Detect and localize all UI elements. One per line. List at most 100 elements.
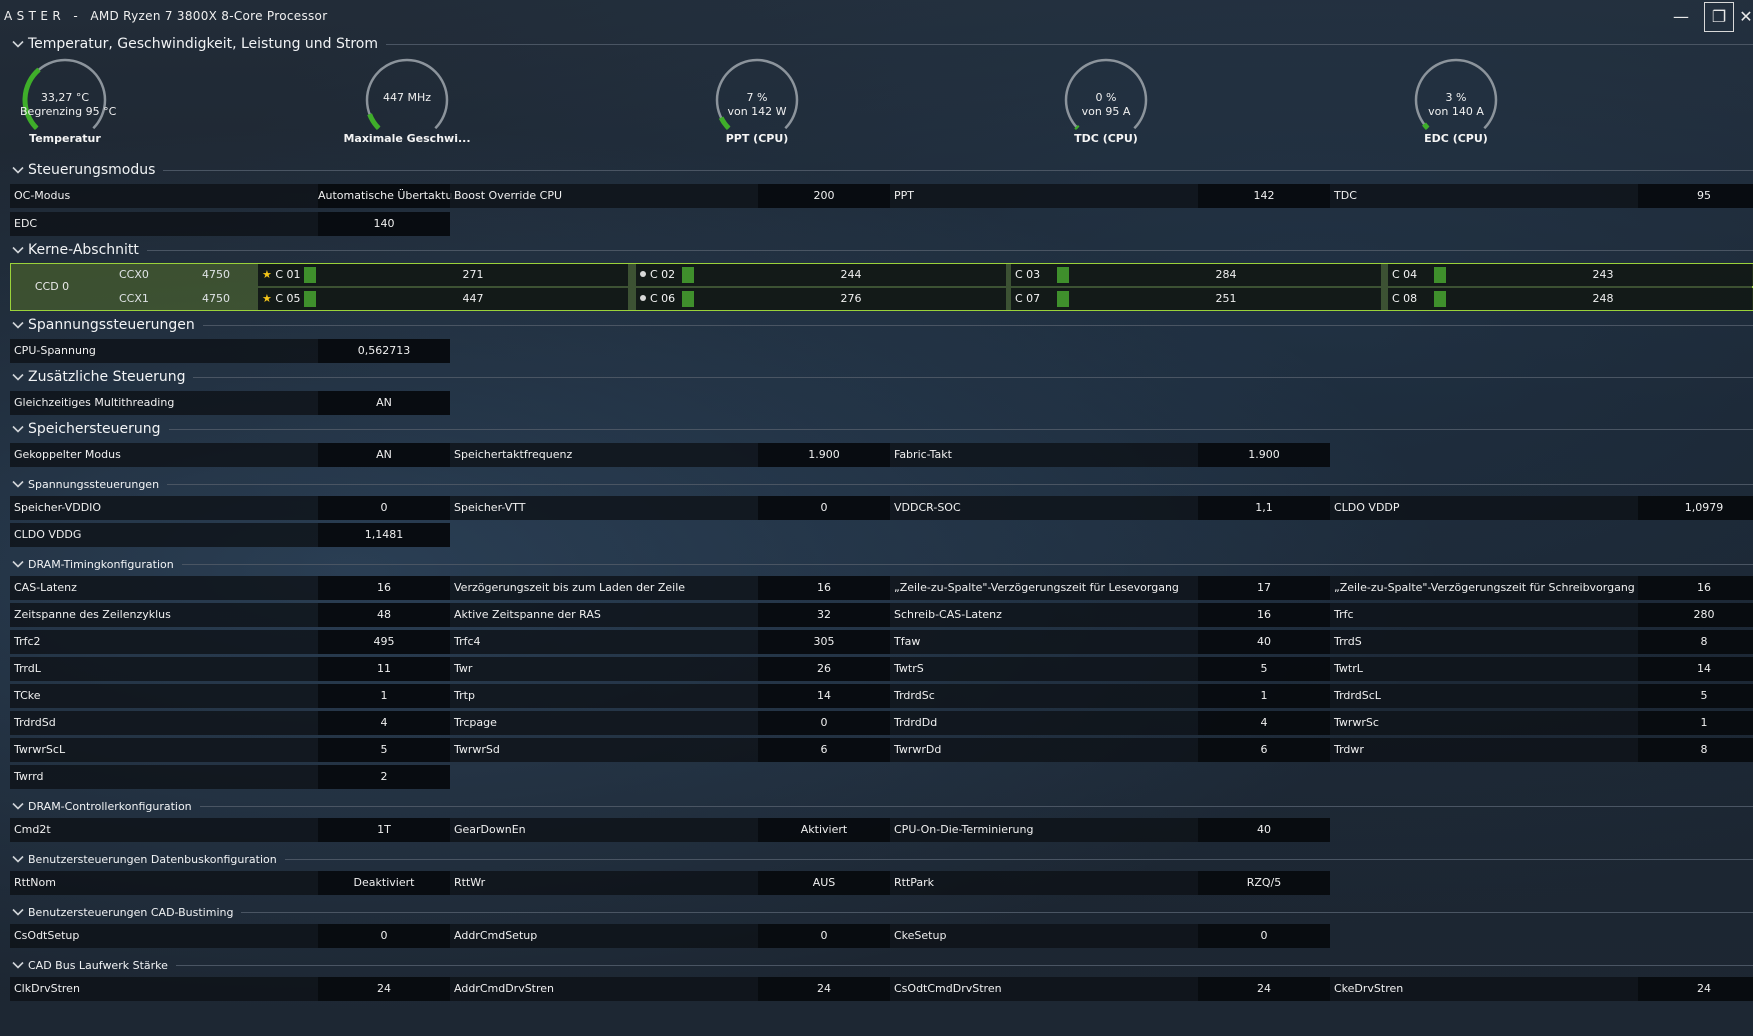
- field-value[interactable]: 0: [758, 711, 890, 735]
- section-header-cad[interactable]: Benutzersteuerungen CAD-Bustiming: [0, 903, 1753, 921]
- field-value[interactable]: 280: [1638, 603, 1753, 627]
- close-button[interactable]: ✕: [1738, 6, 1753, 30]
- field-value[interactable]: 16: [318, 576, 450, 600]
- field-value[interactable]: RZQ/5: [1198, 871, 1330, 895]
- field-value[interactable]: 4: [1198, 711, 1330, 735]
- chevron-down-icon[interactable]: [12, 423, 24, 435]
- field-value[interactable]: 14: [758, 684, 890, 708]
- field-value[interactable]: 1: [1198, 684, 1330, 708]
- field-value[interactable]: 5: [1638, 684, 1753, 708]
- field-value[interactable]: 1: [1638, 711, 1753, 735]
- field-value[interactable]: 0: [758, 924, 890, 948]
- field-value[interactable]: Automatische Übertaktu...: [318, 184, 463, 208]
- core-4[interactable]: C 04 243: [1388, 264, 1753, 286]
- gauge-2: 7 % von 142 W: [712, 55, 822, 165]
- field-value[interactable]: 0: [318, 496, 450, 520]
- field-value[interactable]: AN: [318, 443, 450, 467]
- field-value[interactable]: 5: [1198, 657, 1330, 681]
- core-2[interactable]: C 02 244: [636, 264, 1006, 286]
- core-6[interactable]: C 06 276: [636, 288, 1006, 310]
- field-value[interactable]: 8: [1638, 738, 1753, 762]
- core-3[interactable]: C 03 284: [1011, 264, 1381, 286]
- field-value[interactable]: 5: [318, 738, 450, 762]
- section-header-drv[interactable]: CAD Bus Laufwerk Stärke: [0, 956, 1753, 974]
- field-value[interactable]: 8: [1638, 630, 1753, 654]
- field-value[interactable]: 1.900: [758, 443, 890, 467]
- field-value[interactable]: 6: [1198, 738, 1330, 762]
- section-header-cores[interactable]: Kerne-Abschnitt: [0, 241, 1753, 259]
- section-header-extra[interactable]: Zusätzliche Steuerung: [0, 368, 1753, 386]
- gauge-caption: TDC (CPU): [1074, 132, 1138, 145]
- field-value[interactable]: 2: [318, 765, 450, 789]
- field-value[interactable]: 1,0979: [1638, 496, 1753, 520]
- field-value[interactable]: 14: [1638, 657, 1753, 681]
- chevron-down-icon[interactable]: [12, 371, 24, 383]
- chevron-down-icon[interactable]: [12, 319, 24, 331]
- field-value[interactable]: 40: [1198, 818, 1330, 842]
- field-label: TDC: [1334, 189, 1357, 202]
- field-value[interactable]: AUS: [758, 871, 890, 895]
- core-1[interactable]: ★ C 01 271: [258, 264, 628, 286]
- section-divider: [167, 484, 1753, 485]
- field-value[interactable]: 142: [1198, 184, 1330, 208]
- field-value[interactable]: 0: [758, 496, 890, 520]
- gauge-limit: von 142 W: [727, 105, 787, 118]
- core-5[interactable]: ★ C 05 447: [258, 288, 628, 310]
- section-header-volt[interactable]: Spannungssteuerungen: [0, 316, 1753, 334]
- field-value[interactable]: 1T: [318, 818, 450, 842]
- field-value[interactable]: 24: [758, 977, 890, 1001]
- field-value[interactable]: 24: [318, 977, 450, 1001]
- field-value[interactable]: 0: [1198, 924, 1330, 948]
- chevron-down-icon[interactable]: [12, 244, 24, 256]
- field-value[interactable]: 1,1481: [318, 523, 450, 547]
- maximize-button[interactable]: ❐: [1704, 2, 1734, 32]
- field-value[interactable]: Deaktiviert: [318, 871, 450, 895]
- field-value[interactable]: 0: [318, 924, 450, 948]
- field-value[interactable]: 6: [758, 738, 890, 762]
- field-value[interactable]: 48: [318, 603, 450, 627]
- chevron-down-icon[interactable]: [12, 164, 24, 176]
- field-value[interactable]: 32: [758, 603, 890, 627]
- field-value[interactable]: 495: [318, 630, 450, 654]
- chevron-down-icon[interactable]: [12, 558, 24, 570]
- chevron-down-icon[interactable]: [12, 959, 24, 971]
- field-value[interactable]: 16: [1638, 576, 1753, 600]
- field-value[interactable]: AN: [318, 391, 450, 415]
- field-value[interactable]: 11: [318, 657, 450, 681]
- core-7[interactable]: C 07 251: [1011, 288, 1381, 310]
- core-8[interactable]: C 08 248: [1388, 288, 1753, 310]
- minimize-button[interactable]: —: [1666, 6, 1696, 30]
- section-header-temp[interactable]: Temperatur, Geschwindigkeit, Leistung un…: [0, 35, 1753, 53]
- section-header-mode[interactable]: Steuerungsmodus: [0, 161, 1753, 179]
- field-value[interactable]: 26: [758, 657, 890, 681]
- field-value[interactable]: 1,1: [1198, 496, 1330, 520]
- chevron-down-icon[interactable]: [12, 478, 24, 490]
- field-value[interactable]: 17: [1198, 576, 1330, 600]
- field-value[interactable]: 1.900: [1198, 443, 1330, 467]
- field-value[interactable]: 305: [758, 630, 890, 654]
- field-value[interactable]: 24: [1638, 977, 1753, 1001]
- field-value[interactable]: 16: [758, 576, 890, 600]
- field-value[interactable]: 200: [758, 184, 890, 208]
- field-value[interactable]: 40: [1198, 630, 1330, 654]
- section-header-bus[interactable]: Benutzersteuerungen Datenbuskonfiguratio…: [0, 850, 1753, 868]
- field-value[interactable]: 1: [318, 684, 450, 708]
- section-header-dram[interactable]: DRAM-Timingkonfiguration: [0, 555, 1753, 573]
- field-value[interactable]: Aktiviert: [758, 818, 890, 842]
- field-value[interactable]: 4: [318, 711, 450, 735]
- section-title: Spannungssteuerungen: [28, 477, 160, 491]
- field-value[interactable]: 95: [1638, 184, 1753, 208]
- section-header-ctrl[interactable]: DRAM-Controllerkonfiguration: [0, 797, 1753, 815]
- chevron-down-icon[interactable]: [12, 906, 24, 918]
- field-dram-17: Trtp 14: [450, 684, 890, 708]
- field-value[interactable]: 24: [1198, 977, 1330, 1001]
- chevron-down-icon[interactable]: [12, 38, 24, 50]
- field-ctrl-0: Cmd2t 1T: [10, 818, 450, 842]
- field-value[interactable]: 16: [1198, 603, 1330, 627]
- chevron-down-icon[interactable]: [12, 853, 24, 865]
- field-value[interactable]: 0,562713: [318, 339, 450, 363]
- field-value[interactable]: 140: [318, 212, 450, 236]
- chevron-down-icon[interactable]: [12, 800, 24, 812]
- section-header-mem[interactable]: Speichersteuerung: [0, 420, 1753, 438]
- section-header-memvolt[interactable]: Spannungssteuerungen: [0, 475, 1753, 493]
